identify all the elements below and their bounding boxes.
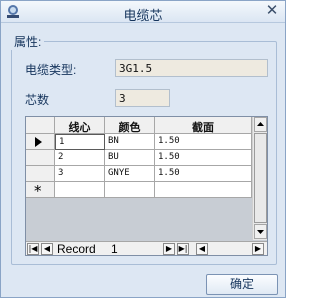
row-header[interactable] <box>26 150 55 166</box>
table-cell-section[interactable]: 1.50 <box>155 166 252 182</box>
title-bar: 电缆芯 ✕ <box>1 1 285 23</box>
core-count-field[interactable]: 3 <box>115 89 170 107</box>
next-record-icon[interactable]: ▶ <box>163 243 175 255</box>
current-row-indicator-icon <box>26 134 55 150</box>
row-header-corner <box>26 117 55 134</box>
vertical-scrollbar[interactable] <box>252 117 267 240</box>
core-count-label: 芯数 <box>25 93 50 107</box>
column-header-core[interactable]: 线心 <box>55 117 105 134</box>
cable-type-label: 电缆类型: <box>25 63 77 77</box>
table-cell-core[interactable]: 1 <box>55 134 105 150</box>
row-header[interactable] <box>26 166 55 182</box>
scroll-thumb[interactable] <box>254 133 267 223</box>
window-title: 电缆芯 <box>123 8 163 23</box>
table-cell-section[interactable]: 1.50 <box>155 134 252 150</box>
table-cell-color[interactable] <box>105 182 155 198</box>
cable-type-field[interactable]: 3G1.5 <box>115 59 268 77</box>
table-cell-color[interactable]: GNYE <box>105 166 155 182</box>
column-header-color[interactable]: 颜色 <box>105 117 155 134</box>
properties-legend: 属性: <box>11 33 45 50</box>
scroll-left-icon[interactable]: ◀ <box>196 243 208 255</box>
table-cell-core[interactable] <box>55 182 105 198</box>
previous-record-icon[interactable]: ◀ <box>41 243 53 255</box>
scroll-up-icon[interactable] <box>254 117 267 132</box>
table-row[interactable]: 2 BU 1.50 <box>26 150 252 166</box>
record-number[interactable]: 1 <box>111 242 118 255</box>
column-header-section[interactable]: 截面 <box>155 117 252 134</box>
table-cell-color[interactable]: BU <box>105 150 155 166</box>
scroll-right-icon[interactable]: ▶ <box>252 243 264 255</box>
table-header: 线心 颜色 截面 <box>26 117 252 134</box>
close-icon[interactable]: ✕ <box>265 3 279 19</box>
cable-core-dialog: 电缆芯 ✕ 属性: 电缆类型: 3G1.5 芯数 3 线心 颜色 截面 1 BN… <box>0 0 286 298</box>
table-cell-core[interactable]: 3 <box>55 166 105 182</box>
first-record-icon[interactable]: |◀ <box>27 243 39 255</box>
table-cell-core[interactable]: 2 <box>55 150 105 166</box>
table-row[interactable]: 1 BN 1.50 <box>26 134 252 150</box>
table-cell-section[interactable] <box>155 182 252 198</box>
scroll-down-icon[interactable] <box>254 224 267 239</box>
record-label: Record <box>57 242 96 256</box>
new-row-marker: * <box>26 182 55 200</box>
cores-table[interactable]: 线心 颜色 截面 1 BN 1.50 2 BU 1.50 3 GNYE 1.50… <box>25 116 268 256</box>
last-record-icon[interactable]: ▶| <box>177 243 189 255</box>
ok-button[interactable]: 确定 <box>206 274 278 295</box>
new-row[interactable]: * <box>26 182 252 200</box>
table-cell-color[interactable]: BN <box>105 134 155 150</box>
table-cell-section[interactable]: 1.50 <box>155 150 252 166</box>
record-navigator: |◀ ◀ Record 1 ▶ ▶| ◀ ▶ <box>26 241 267 256</box>
table-row[interactable]: 3 GNYE 1.50 <box>26 166 252 182</box>
